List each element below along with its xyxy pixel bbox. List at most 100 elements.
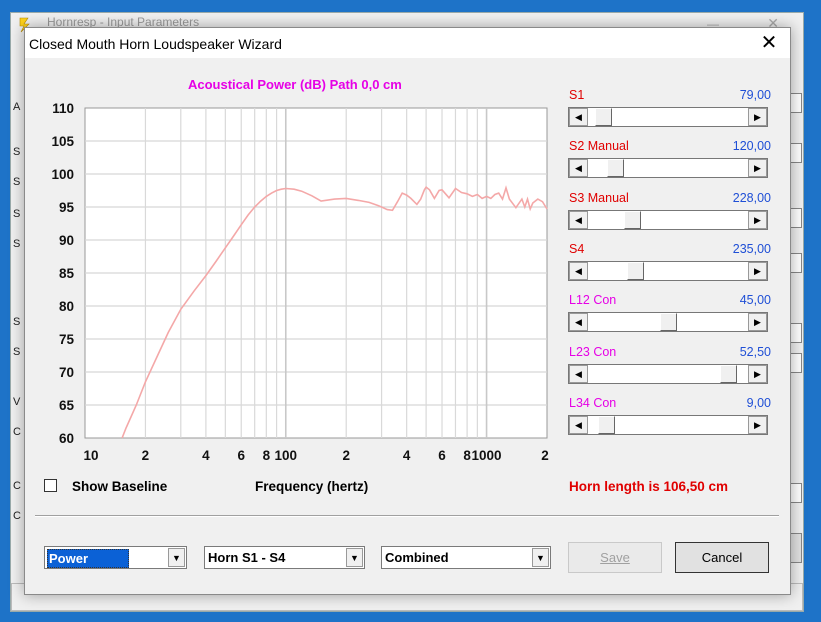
scroll-left-arrow-icon[interactable]: ◀ [569, 313, 588, 332]
x-tick-label: 2 [541, 448, 549, 463]
slider-label: S1 [569, 88, 585, 102]
scroll-right-arrow-icon[interactable]: ▶ [748, 108, 767, 126]
x-tick-label: 100 [275, 448, 298, 463]
x-tick-label: 6 [237, 448, 245, 463]
slider-thumb[interactable] [659, 313, 677, 332]
show-baseline-label[interactable]: Show Baseline [72, 479, 167, 494]
scroll-right-arrow-icon[interactable]: ▶ [748, 415, 767, 434]
background-label: S [13, 146, 21, 158]
slider-value: 45,00 [739, 293, 771, 308]
response-type-value: Power [47, 549, 130, 568]
x-axis-label: Frequency (hertz) [255, 479, 369, 494]
response-type-select[interactable]: Power ▼ [44, 546, 187, 569]
background-label: C [13, 480, 21, 492]
y-tick-label: 90 [59, 233, 74, 248]
scroll-right-arrow-icon[interactable]: ▶ [748, 159, 767, 178]
y-tick-label: 60 [59, 431, 74, 446]
separator [35, 515, 779, 517]
x-tick-label: 4 [403, 448, 411, 463]
background-field[interactable] [790, 353, 802, 373]
x-axis-ticks: 10 2 4 6 8 100 2 4 6 8 1000 2 [83, 448, 548, 463]
y-tick-label: 75 [59, 332, 75, 347]
background-field[interactable] [790, 483, 802, 503]
slider-scrollbar[interactable]: ◀ ▶ [568, 260, 768, 281]
slider-thumb[interactable] [626, 261, 644, 280]
scroll-left-arrow-icon[interactable]: ◀ [569, 159, 588, 178]
background-field[interactable] [790, 253, 802, 273]
save-button[interactable]: Save [568, 542, 662, 573]
slider-scrollbar[interactable]: ◀ ▶ [568, 414, 768, 435]
slider-thumb[interactable] [595, 108, 613, 126]
slider-label: S4 [569, 241, 585, 256]
acoustical-power-chart: 1101051009590858075706560 10 2 4 6 8 100 2 4 6 8 1… [51, 101, 548, 463]
x-tick-label: 2 [142, 448, 150, 463]
x-tick-label: 4 [202, 448, 210, 463]
horn-section-value: Horn S1 - S4 [208, 550, 286, 565]
slider-value: 9,00 [746, 395, 771, 410]
slider-scrollbar[interactable]: ◀ ▶ [568, 158, 768, 179]
background-field[interactable] [790, 208, 802, 228]
scroll-right-arrow-icon[interactable]: ▶ [748, 313, 767, 332]
y-tick-label: 65 [59, 398, 75, 413]
slider-value: 79,00 [739, 88, 771, 102]
background-label: S [13, 316, 21, 328]
background-label: S [13, 208, 21, 220]
slider-scrollbar[interactable]: ◀ ▶ [568, 209, 768, 230]
y-tick-label: 105 [51, 134, 74, 149]
slider-label: S2 Manual [569, 139, 629, 154]
background-label: C [13, 426, 21, 438]
y-tick-label: 110 [52, 101, 74, 116]
scroll-right-arrow-icon[interactable]: ▶ [748, 261, 767, 280]
x-tick-label: 8 [463, 448, 471, 463]
x-tick-label: 8 [263, 448, 271, 463]
x-tick-label: 2 [342, 448, 350, 463]
slider-value: 235,00 [732, 241, 771, 256]
chevron-down-icon[interactable]: ▼ [168, 548, 185, 567]
horn-section-select[interactable]: Horn S1 - S4 ▼ [204, 546, 365, 569]
background-field[interactable] [790, 143, 802, 163]
close-button[interactable]: ✕ [754, 29, 784, 57]
y-tick-label: 85 [59, 266, 75, 281]
chevron-down-icon[interactable]: ▼ [532, 548, 549, 567]
combination-mode-select[interactable]: Combined ▼ [381, 546, 551, 569]
slider-label: L12 Con [569, 293, 617, 308]
background-label: C [13, 510, 21, 522]
slider-value: 228,00 [732, 190, 771, 205]
x-tick-label: 1000 [472, 448, 502, 463]
background-field[interactable] [790, 323, 802, 343]
cancel-button-label: Cancel [701, 550, 743, 565]
slider-thumb[interactable] [719, 364, 737, 383]
background-label: V [13, 396, 21, 408]
background-label: S [13, 238, 21, 250]
slider-label: L34 Con [569, 395, 617, 410]
slider-thumb[interactable] [598, 415, 615, 434]
slider-scrollbar[interactable]: ◀ ▶ [568, 363, 768, 384]
slider-scrollbar[interactable]: ◀ ▶ [568, 107, 768, 127]
combination-mode-value: Combined [385, 550, 449, 565]
slider-value: 52,50 [739, 344, 771, 359]
background-label: S [13, 176, 21, 188]
slider-thumb[interactable] [606, 159, 624, 178]
horn-length-text: Horn length is 106,50 cm [569, 479, 729, 494]
x-tick-label: 6 [438, 448, 446, 463]
x-tick-label: 10 [83, 448, 98, 463]
show-baseline-checkbox[interactable] [44, 479, 57, 492]
scroll-left-arrow-icon[interactable]: ◀ [569, 261, 588, 280]
scroll-left-arrow-icon[interactable]: ◀ [569, 108, 588, 126]
y-tick-label: 100 [51, 167, 74, 182]
scroll-left-arrow-icon[interactable]: ◀ [569, 364, 588, 383]
horn-wizard-dialog: Closed Mouth Horn Loudspeaker Wizard ✕ A… [24, 27, 791, 595]
scroll-left-arrow-icon[interactable]: ◀ [569, 415, 588, 434]
cancel-button[interactable]: Cancel [675, 542, 769, 573]
y-axis-ticks: 110 105 100 95 90 85 80 75 70 65 60 [51, 101, 74, 446]
slider-label: S3 Manual [569, 190, 629, 205]
background-button[interactable] [790, 533, 802, 563]
chevron-down-icon[interactable]: ▼ [346, 548, 363, 567]
slider-scrollbar[interactable]: ◀ ▶ [568, 312, 768, 333]
scroll-right-arrow-icon[interactable]: ▶ [748, 364, 767, 383]
scroll-right-arrow-icon[interactable]: ▶ [748, 210, 767, 229]
scroll-left-arrow-icon[interactable]: ◀ [569, 210, 588, 229]
slider-thumb[interactable] [623, 210, 641, 229]
background-label: S [13, 346, 21, 358]
background-field[interactable] [790, 93, 802, 113]
